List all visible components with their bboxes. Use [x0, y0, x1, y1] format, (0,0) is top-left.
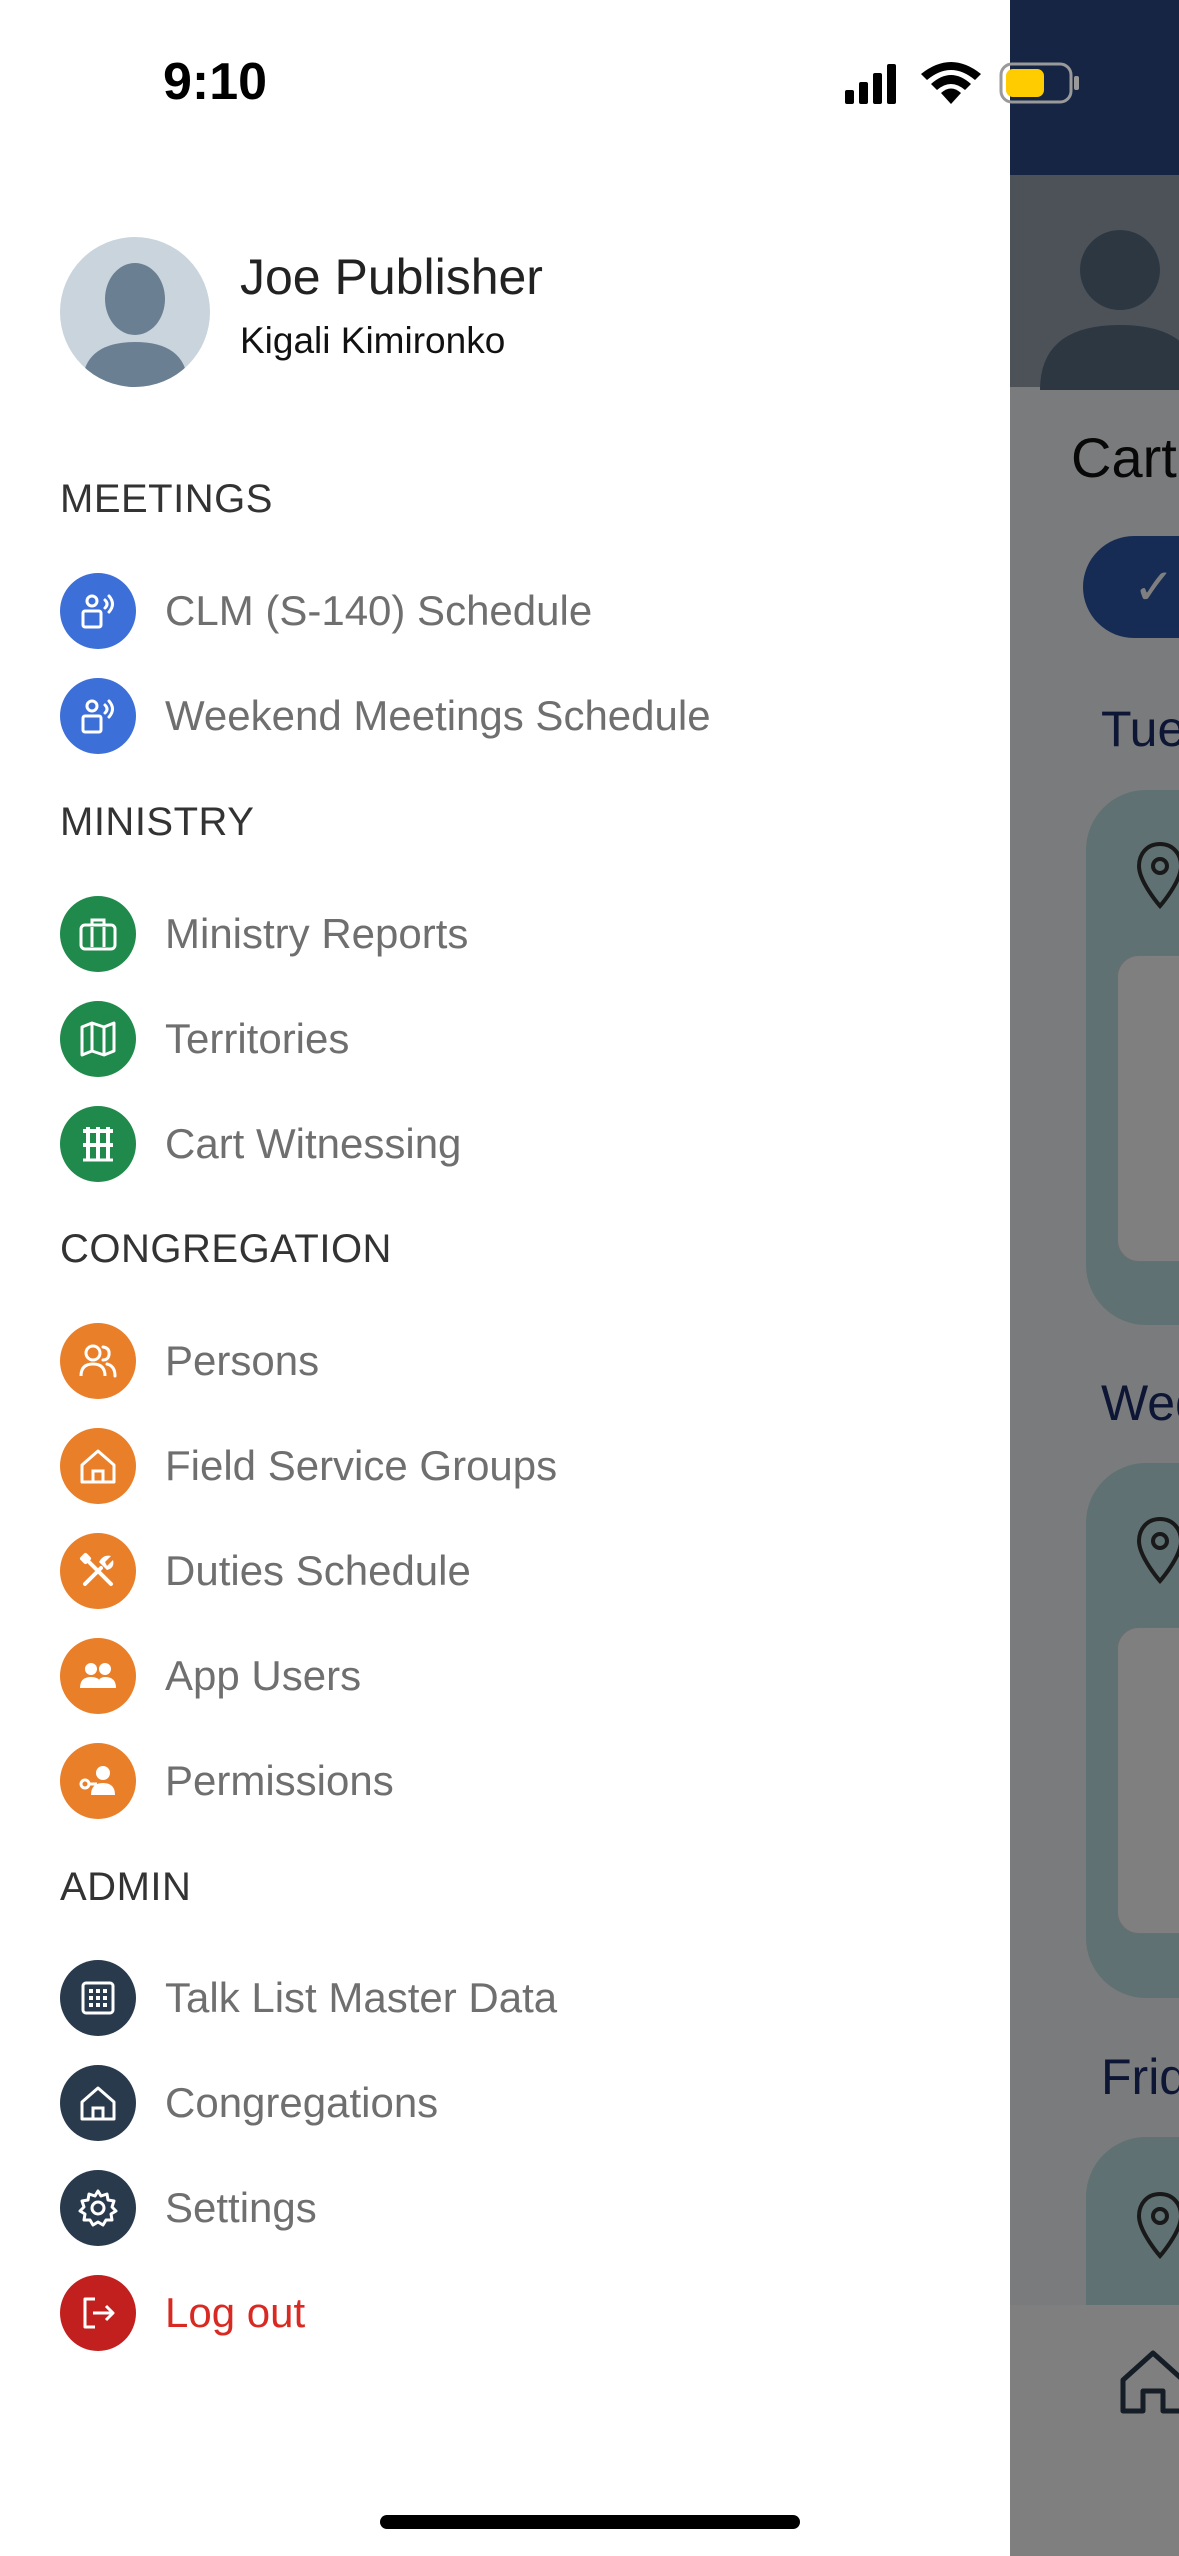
profile-congregation: Kigali Kimironko [240, 320, 506, 361]
menu-item-label: Weekend Meetings Schedule [165, 692, 711, 739]
menu-item-label: Ministry Reports [165, 910, 469, 957]
menu-item-label: CLM (S-140) Schedule [165, 587, 593, 634]
menu-item-label: Log out [165, 2289, 306, 2336]
menu-item-label: Permissions [165, 1757, 394, 1804]
home-icon [60, 2065, 136, 2141]
menu-item-label: App Users [165, 1652, 362, 1699]
status-icons [845, 62, 1079, 104]
avatar[interactable] [60, 237, 210, 387]
menu-item-talk-list-master-data[interactable]: Talk List Master Data [60, 1960, 960, 2036]
menu-item-label: Field Service Groups [165, 1442, 558, 1489]
menu-item-clm-schedule[interactable]: CLM (S-140) Schedule [60, 573, 960, 649]
cart-stand-icon [60, 1106, 136, 1182]
menu-item-label: Territories [165, 1015, 350, 1062]
user-key-icon [60, 1743, 136, 1819]
menu-item-label: Settings [165, 2184, 317, 2231]
menu-item-persons[interactable]: Persons [60, 1323, 960, 1399]
users-icon [60, 1638, 136, 1714]
menu-item-duties-schedule[interactable]: Duties Schedule [60, 1533, 960, 1609]
profile-name: Joe Publisher [240, 249, 543, 305]
navigation-drawer: 9:10 Joe Publisher Kigali Kimironko MEET… [0, 0, 1079, 2556]
menu-item-label: Duties Schedule [165, 1547, 471, 1594]
status-time: 9:10 [163, 53, 268, 111]
menu-item-label: Persons [165, 1337, 320, 1384]
wifi-icon [921, 62, 981, 104]
person-avatar-icon [82, 263, 188, 387]
grid-icon [60, 1960, 136, 2036]
menu-item-label: Cart Witnessing [165, 1120, 462, 1167]
menu-item-cart-witnessing[interactable]: Cart Witnessing [60, 1106, 960, 1182]
people-outline-icon [60, 1323, 136, 1399]
section-title-meetings: MEETINGS [60, 477, 273, 521]
menu-item-territories[interactable]: Territories [60, 1001, 960, 1077]
tools-icon [60, 1533, 136, 1609]
map-icon [60, 1001, 136, 1077]
gear-icon [60, 2170, 136, 2246]
section-title-congregation: CONGREGATION [60, 1227, 392, 1271]
section-title-admin: ADMIN [60, 1865, 192, 1909]
briefcase-icon [60, 896, 136, 972]
podium-speaker-icon [60, 678, 136, 754]
menu-item-settings[interactable]: Settings [60, 2170, 960, 2246]
menu-item-ministry-reports[interactable]: Ministry Reports [60, 896, 960, 972]
logout-icon [60, 2275, 136, 2351]
cellular-signal-icon [845, 64, 896, 104]
podium-speaker-icon [60, 573, 136, 649]
menu-item-weekend-meetings-schedule[interactable]: Weekend Meetings Schedule [60, 678, 960, 754]
home-icon [60, 1428, 136, 1504]
menu-item-permissions[interactable]: Permissions [60, 1743, 960, 1819]
menu-item-field-service-groups[interactable]: Field Service Groups [60, 1428, 960, 1504]
menu-item-log-out[interactable]: Log out [60, 2275, 960, 2351]
battery-icon [999, 62, 1079, 104]
menu-item-label: Talk List Master Data [165, 1974, 558, 2021]
menu-item-congregations[interactable]: Congregations [60, 2065, 960, 2141]
home-indicator[interactable] [380, 2515, 800, 2529]
section-title-ministry: MINISTRY [60, 800, 255, 844]
menu-item-label: Congregations [165, 2079, 439, 2126]
menu-item-app-users[interactable]: App Users [60, 1638, 960, 1714]
